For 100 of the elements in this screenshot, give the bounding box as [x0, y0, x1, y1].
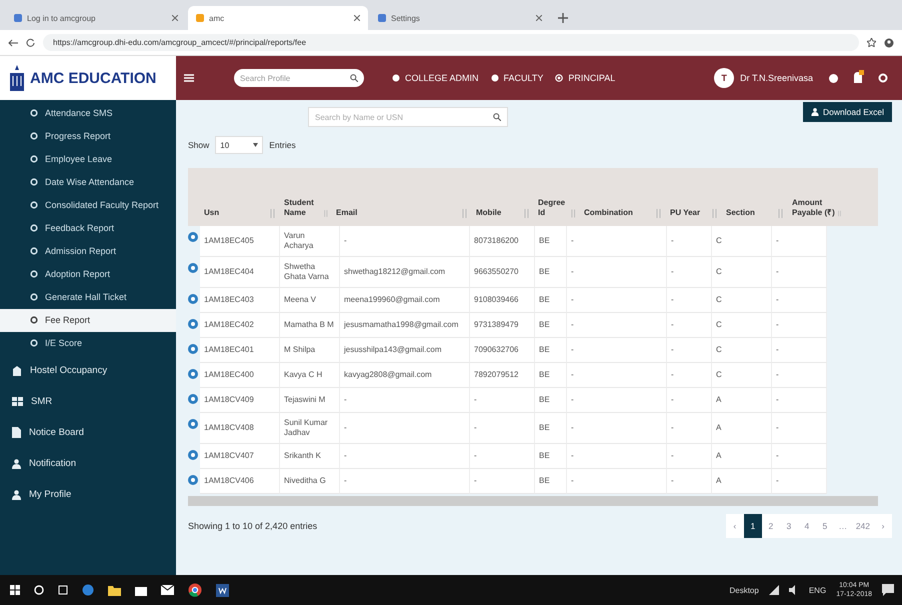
- column-header[interactable]: Student Name: [284, 198, 324, 218]
- back-icon[interactable]: [8, 38, 18, 46]
- circle-icon: [30, 224, 38, 232]
- table-cell: -: [470, 388, 535, 413]
- table-cell: kavyag2808@gmail.com: [340, 363, 470, 388]
- table-cell: Shwetha Ghata Varna: [280, 257, 340, 288]
- circle-icon: [30, 201, 38, 209]
- desktop-label[interactable]: Desktop: [729, 586, 759, 594]
- account-icon[interactable]: [884, 38, 894, 48]
- sidebar-item[interactable]: Notice Board: [0, 417, 176, 448]
- expand-button[interactable]: [188, 263, 198, 273]
- close-icon[interactable]: [536, 15, 542, 21]
- table-cell: -: [772, 257, 827, 288]
- expand-button[interactable]: [188, 344, 198, 354]
- expand-button[interactable]: [188, 475, 198, 485]
- expand-button[interactable]: [188, 394, 198, 404]
- expand-button[interactable]: [188, 232, 198, 242]
- column-header[interactable]: Degree Id: [538, 198, 571, 218]
- user-name[interactable]: Dr T.N.Sreenivasa: [740, 73, 813, 83]
- avatar[interactable]: T: [714, 68, 734, 88]
- expand-button[interactable]: [188, 319, 198, 329]
- sidebar-subitem[interactable]: Generate Hall Ticket: [0, 286, 176, 309]
- browser-tab[interactable]: Log in to amcgroup: [6, 6, 186, 30]
- person-icon: [12, 490, 21, 500]
- sidebar-subitem[interactable]: Adoption Report: [0, 263, 176, 286]
- expand-button[interactable]: [188, 419, 198, 429]
- table-cell: Meena V: [280, 288, 340, 313]
- menu-icon[interactable]: [184, 74, 194, 82]
- table-cell: 7090632706: [470, 338, 535, 363]
- notification-icon[interactable]: [882, 584, 894, 596]
- sidebar-subitem[interactable]: Attendance SMS: [0, 102, 176, 125]
- sidebar-subitem[interactable]: Progress Report: [0, 125, 176, 148]
- table-cell: -: [667, 413, 712, 444]
- brand-logo[interactable]: AMC EDUCATION: [0, 56, 176, 100]
- page-button[interactable]: 1: [744, 514, 762, 538]
- reload-icon[interactable]: [26, 38, 35, 47]
- download-button[interactable]: Download Excel: [803, 102, 892, 122]
- browser-tab[interactable]: Settings: [370, 6, 550, 30]
- column-header[interactable]: Combination: [584, 208, 633, 218]
- star-icon[interactable]: [867, 38, 876, 47]
- sidebar-subitem[interactable]: Feedback Report: [0, 217, 176, 240]
- sidebar-subitem[interactable]: Admission Report: [0, 240, 176, 263]
- circle-icon: [30, 270, 38, 278]
- folder-icon[interactable]: [108, 584, 121, 596]
- table-cell: C: [712, 363, 772, 388]
- sidebar-subitem[interactable]: I/E Score: [0, 332, 176, 355]
- column-header[interactable]: Usn: [204, 208, 220, 218]
- new-tab-icon[interactable]: [558, 13, 568, 23]
- url-field[interactable]: https://amcgroup.dhi-edu.com/amcgroup_amcect/#/principal/reports/fee: [43, 34, 859, 51]
- sidebar-subitem[interactable]: Employee Leave: [0, 148, 176, 171]
- expand-button[interactable]: [188, 369, 198, 379]
- person-icon: [12, 458, 21, 468]
- table-cell: -: [340, 469, 470, 494]
- column-header[interactable]: PU Year: [670, 208, 700, 218]
- sidebar-subitem[interactable]: Consolidated Faculty Report: [0, 194, 176, 217]
- role-radio[interactable]: FACULTY: [490, 73, 544, 83]
- favicon-icon: [378, 14, 386, 22]
- column-header[interactable]: Section: [726, 208, 755, 218]
- browser-tab[interactable]: amc: [188, 6, 368, 30]
- column-header[interactable]: Email: [336, 208, 358, 218]
- role-radio[interactable]: COLLEGE ADMIN: [392, 73, 479, 83]
- sidebar-subitem[interactable]: Date Wise Attendance: [0, 171, 176, 194]
- task-view-icon[interactable]: [58, 585, 68, 595]
- windows-icon[interactable]: [10, 585, 20, 595]
- language-label[interactable]: ENG: [808, 586, 826, 594]
- sidebar-subitem[interactable]: Fee Report: [0, 309, 176, 332]
- expand-button[interactable]: [188, 294, 198, 304]
- expand-button[interactable]: [188, 450, 198, 460]
- word-app-icon[interactable]: [216, 584, 229, 596]
- table-cell: -: [340, 413, 470, 444]
- column-header[interactable]: Amount Payable (₹): [792, 198, 838, 218]
- sidebar-item[interactable]: My Profile: [0, 479, 176, 510]
- table-cell: A: [712, 413, 772, 444]
- table-cell: -: [772, 363, 827, 388]
- table-cell: -: [667, 313, 712, 338]
- table-cell: 1AM18EC401: [200, 338, 280, 363]
- table-cell: -: [567, 338, 667, 363]
- table-cell: C: [712, 226, 772, 257]
- circle-icon: [30, 247, 38, 255]
- close-icon[interactable]: [354, 15, 360, 21]
- table-cell: -: [667, 388, 712, 413]
- table-cell: -: [772, 313, 827, 338]
- entries-dropdown[interactable]: 10: [215, 136, 264, 154]
- sidebar-item[interactable]: Notification: [0, 448, 176, 479]
- table-cell: C: [712, 313, 772, 338]
- chrome-like-icon[interactable]: [188, 583, 202, 597]
- table-cell: -: [772, 469, 827, 494]
- mail-icon[interactable]: [161, 585, 174, 595]
- circle-icon: [30, 109, 38, 117]
- sidebar-item[interactable]: SMR: [0, 386, 176, 417]
- table-cell: -: [667, 257, 712, 288]
- table-cell: Varun Acharya: [280, 226, 340, 257]
- network-icon[interactable]: [768, 585, 779, 595]
- close-icon[interactable]: [172, 15, 178, 21]
- column-header[interactable]: Mobile: [476, 208, 502, 218]
- table-cell: C: [712, 288, 772, 313]
- sidebar-item[interactable]: Hostel Occupancy: [0, 355, 176, 386]
- scrollbar[interactable]: [188, 496, 878, 506]
- role-radio[interactable]: PRINCIPAL: [555, 73, 616, 83]
- building-icon: [12, 366, 22, 376]
